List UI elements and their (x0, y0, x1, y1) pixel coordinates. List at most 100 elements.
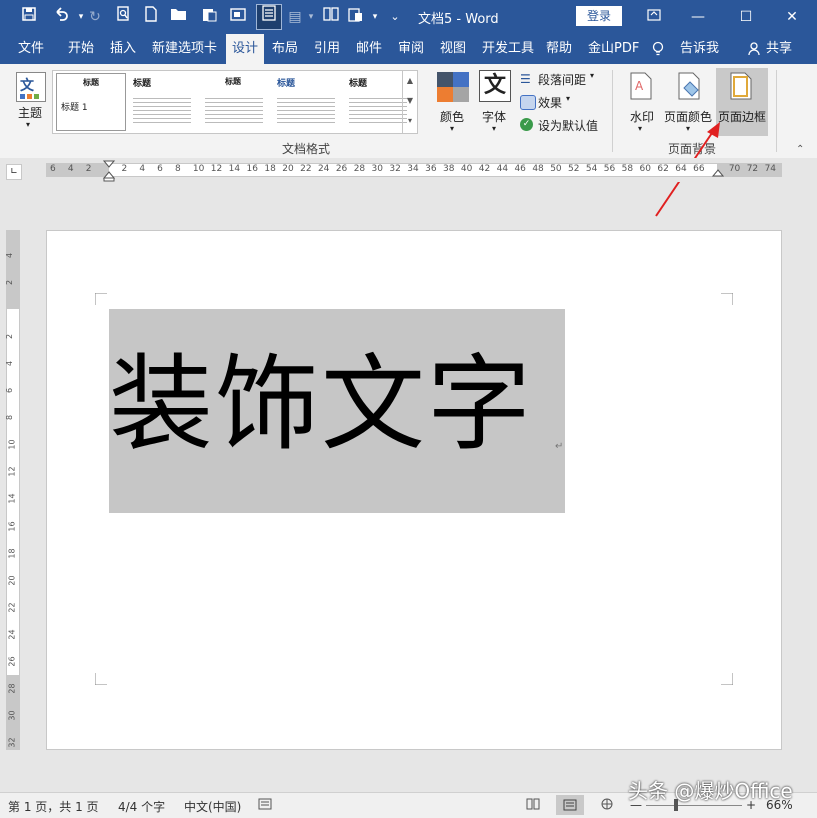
tab-design[interactable]: 设计 (226, 34, 265, 64)
close-button[interactable]: ✕ (778, 5, 806, 29)
ruler-number: 44 (496, 164, 509, 174)
share-icon[interactable] (748, 34, 762, 64)
style-thumb-lines (133, 95, 191, 125)
fonts-label: 字体 (482, 110, 507, 124)
tell-me-box[interactable]: 告诉我 (680, 34, 719, 64)
indent-marker-icon[interactable] (103, 160, 115, 182)
style-thumb-title: 标题 (277, 79, 296, 89)
lightbulb-icon[interactable] (652, 34, 664, 64)
style-set-2[interactable]: 标题 (127, 73, 195, 129)
ruler-number: 30 (7, 710, 17, 721)
read-mode-view-icon[interactable] (526, 798, 540, 813)
tab-insert[interactable]: 插入 (110, 34, 136, 64)
paragraph-spacing-dropdown-icon: ▾ (590, 71, 595, 80)
columns-icon[interactable] (320, 6, 342, 28)
ruler-number: 2 (5, 280, 15, 286)
ruler-number: 52 (568, 164, 580, 174)
format-dropdown-icon[interactable]: ▾ (300, 6, 322, 28)
page-count[interactable]: 第 1 页，共 1 页 (8, 798, 99, 815)
ruler-number: 16 (246, 164, 258, 174)
style-set-gallery[interactable]: 标题 标题 1 标题 标题 标题 标题 ▲ ▼ ▾ (52, 70, 418, 134)
zoom-slider[interactable] (646, 805, 742, 806)
effects-button[interactable]: 效果 ▾ (518, 93, 608, 111)
paste-icon[interactable] (198, 6, 220, 28)
tab-review[interactable]: 审阅 (398, 34, 424, 64)
tab-selector-icon[interactable]: ∟ (6, 164, 22, 180)
tab-help[interactable]: 帮助 (546, 34, 572, 64)
maximize-button[interactable]: ☐ (732, 5, 760, 29)
tab-developer[interactable]: 开发工具 (482, 34, 534, 64)
ruler-number: 4 (139, 164, 146, 174)
word-count[interactable]: 4/4 个字 (118, 798, 165, 815)
gallery-more-icon[interactable]: ▾ (403, 111, 417, 131)
redo-icon[interactable]: ↻ (84, 6, 106, 28)
tab-home[interactable]: 开始 (68, 34, 94, 64)
language-indicator[interactable]: 中文(中国) (184, 798, 241, 815)
ruler-number: 2 (121, 164, 128, 174)
style-set-3[interactable]: 标题 (199, 73, 267, 129)
set-as-default-button[interactable]: ✓ 设为默认值 (518, 116, 608, 134)
themes-button[interactable]: 文 主题 ▾ (12, 70, 48, 132)
login-button[interactable]: 登录 (576, 6, 622, 26)
colors-button[interactable]: 颜色 ▾ (434, 70, 472, 133)
themes-dropdown-icon: ▾ (26, 120, 31, 129)
ruler-number: 8 (5, 415, 15, 421)
right-indent-marker-icon[interactable] (712, 168, 724, 180)
style-thumb-title: 标题 (225, 77, 241, 86)
style-set-4[interactable]: 标题 (271, 73, 339, 129)
open-folder-icon[interactable] (168, 6, 190, 28)
paragraph-spacing-button[interactable]: ☰ 段落间距 ▾ (518, 70, 608, 88)
svg-text:A: A (635, 79, 644, 93)
selected-text-highlight[interactable]: 装饰文字 ↵ (109, 309, 565, 513)
tab-mailings[interactable]: 邮件 (356, 34, 382, 64)
print-layout-view-icon[interactable] (556, 795, 584, 815)
ruler-number: 24 (7, 629, 17, 640)
fonts-button[interactable]: 文 字体 ▾ (476, 70, 514, 133)
web-layout-view-icon[interactable] (600, 798, 614, 813)
read-mode-icon[interactable] (256, 4, 282, 30)
ruler-number: 72 (746, 164, 759, 174)
ruler-number: 10 (7, 439, 17, 450)
tab-view[interactable]: 视图 (440, 34, 466, 64)
page-color-icon (678, 72, 700, 100)
tab-layout[interactable]: 布局 (272, 34, 298, 64)
ruler-number: 14 (7, 493, 17, 505)
undo-icon[interactable] (50, 6, 72, 28)
ruler-number: 34 (407, 164, 419, 174)
style-set-5[interactable]: 标题 (343, 73, 411, 129)
print-preview-icon[interactable] (112, 6, 134, 28)
collapse-ribbon-icon[interactable]: ⌃ (796, 144, 804, 155)
macro-icon[interactable] (258, 798, 272, 813)
source-watermark: 头条 @爆炒Office (628, 779, 793, 803)
minimize-button[interactable]: — (684, 5, 712, 29)
tab-references[interactable]: 引用 (314, 34, 340, 64)
clipboard-dropdown-icon[interactable]: ▾ (364, 6, 386, 28)
gallery-scroll[interactable]: ▲ ▼ ▾ (402, 71, 417, 133)
watermark-dropdown-icon: ▾ (638, 124, 643, 133)
tab-new-tab[interactable]: 新建选项卡 (152, 34, 217, 64)
ruler-number: 16 (7, 520, 17, 532)
themes-label: 主题 (18, 106, 43, 120)
ribbon-display-options-icon[interactable] (640, 5, 668, 29)
tab-file[interactable]: 文件 (18, 34, 44, 64)
page-borders-icon (730, 72, 752, 100)
ruler-number: 6 (5, 388, 15, 394)
ruler-number: 48 (532, 164, 544, 174)
style-set-default[interactable]: 标题 标题 1 (56, 73, 126, 131)
ruler-number: 36 (425, 164, 437, 174)
ruler-number: 66 (693, 164, 705, 174)
decorative-text[interactable]: 装饰文字 (109, 339, 565, 469)
ruler-number: 2 (85, 164, 92, 174)
ruler-number: 38 (443, 164, 455, 174)
share-button[interactable]: 共享 (766, 34, 792, 64)
tab-kingsoft-pdf[interactable]: 金山PDF (588, 34, 639, 64)
clipboard-icon[interactable] (344, 6, 366, 28)
screenshot-icon[interactable] (228, 6, 250, 28)
save-icon[interactable] (18, 6, 40, 28)
customize-qat-icon[interactable]: ⌄ (384, 6, 406, 28)
gallery-down-icon[interactable]: ▼ (403, 91, 417, 111)
gallery-up-icon[interactable]: ▲ (403, 71, 417, 91)
new-doc-icon[interactable] (140, 6, 162, 28)
ruler-number: 58 (621, 164, 634, 174)
ruler-number: 64 (675, 164, 687, 174)
